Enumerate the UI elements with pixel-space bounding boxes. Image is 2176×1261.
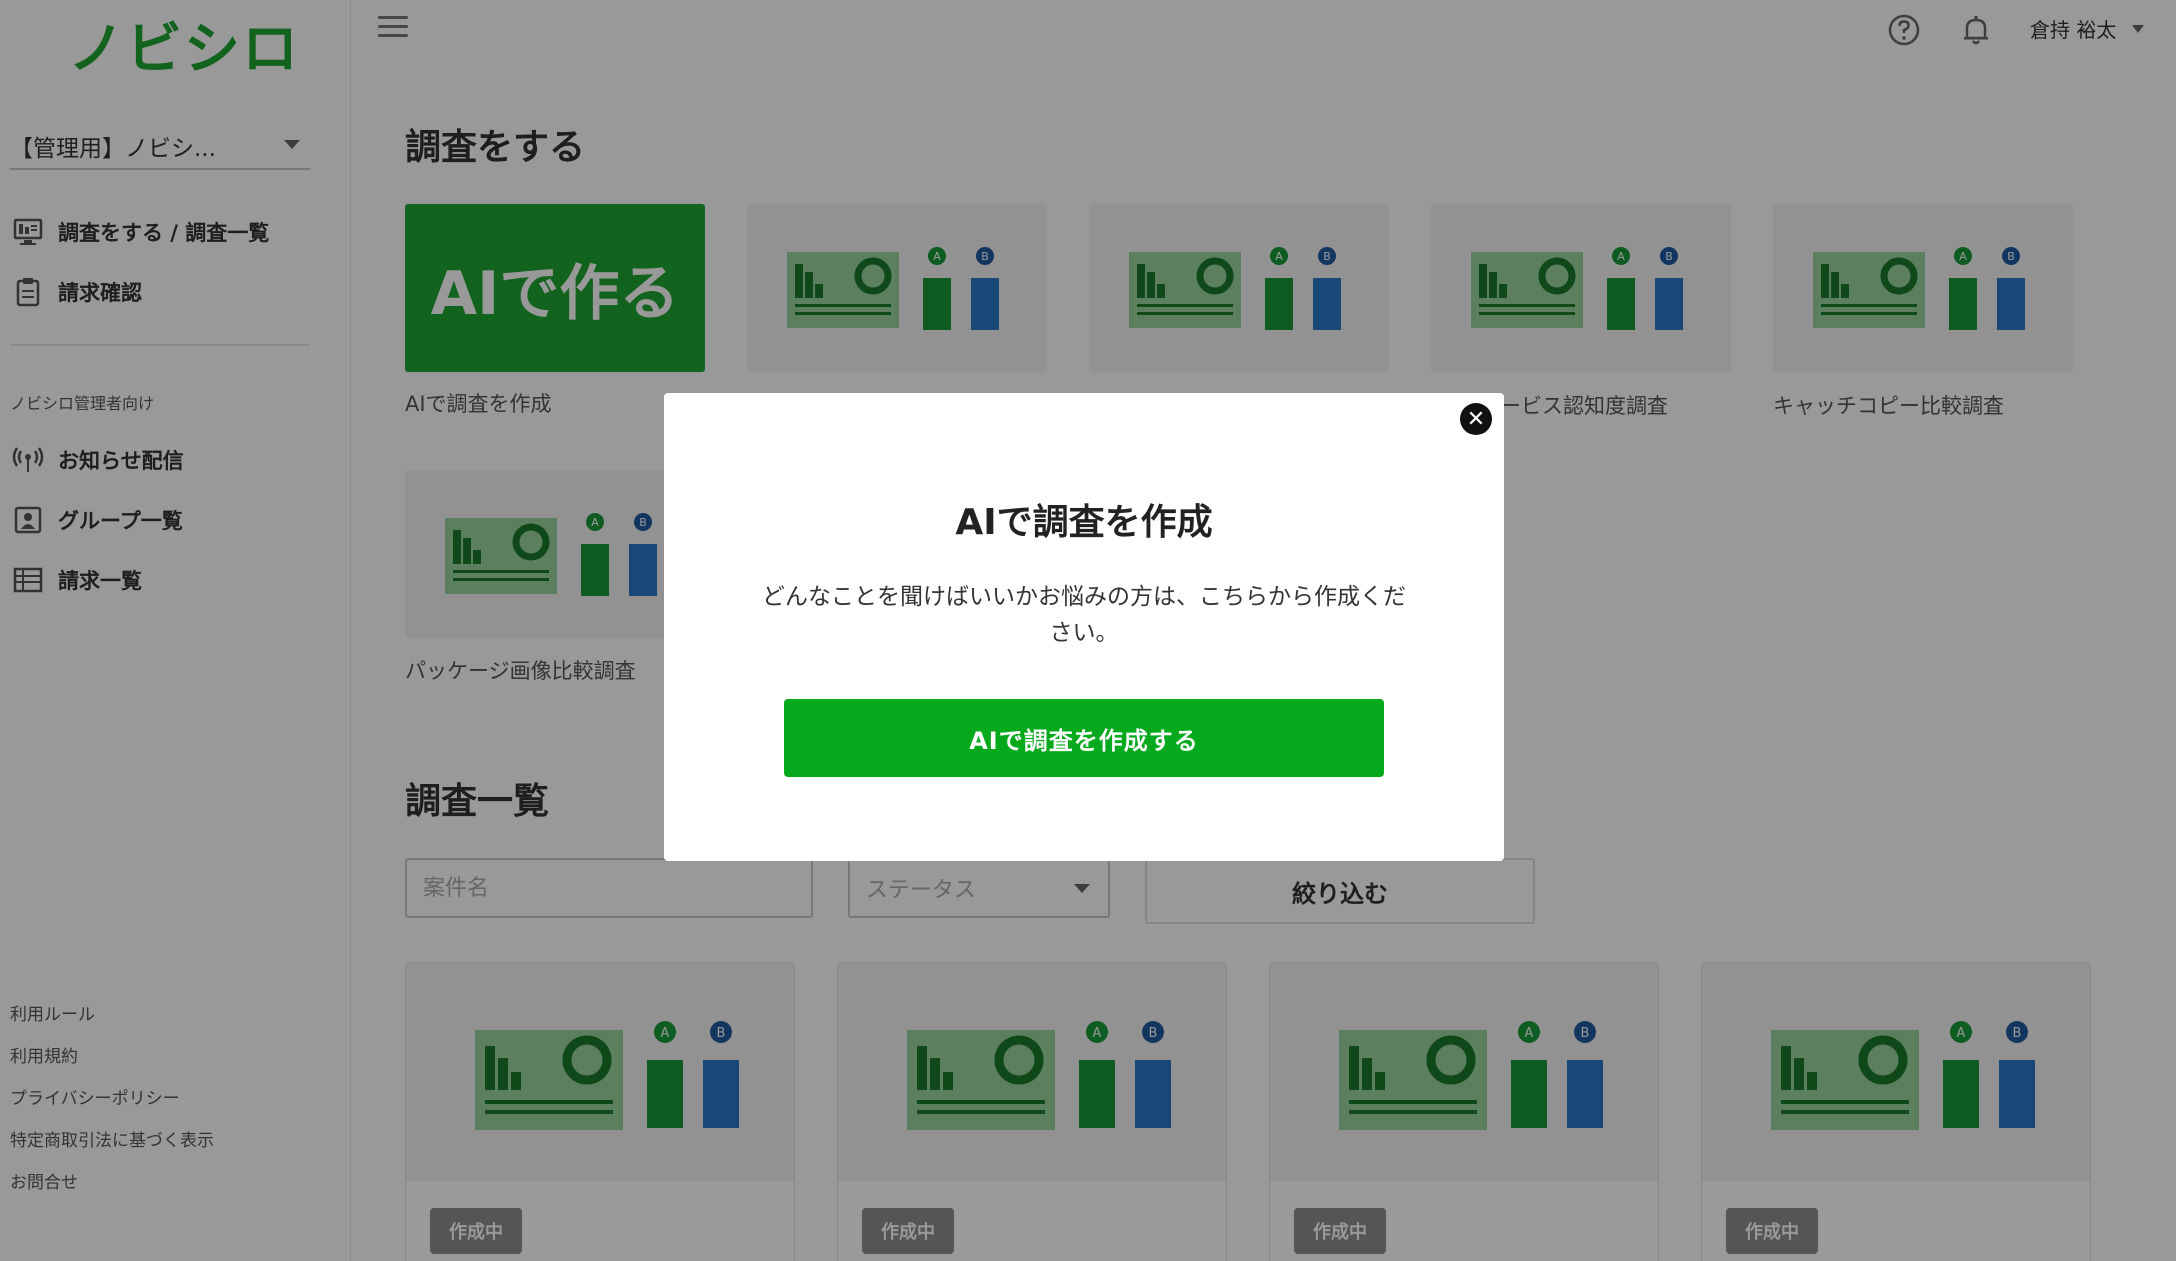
modal-description: どんなことを聞けばいいかお悩みの方は、こちらから作成ください。 — [762, 584, 1406, 646]
close-icon[interactable]: ✕ — [1460, 403, 1492, 435]
ai-create-modal: ✕ AIで調査を作成 どんなことを聞けばいいかお悩みの方は、こちらから作成くださ… — [664, 393, 1504, 861]
ai-create-survey-button[interactable]: AIで調査を作成する — [784, 699, 1384, 777]
modal-title: AIで調査を作成 — [955, 502, 1213, 543]
